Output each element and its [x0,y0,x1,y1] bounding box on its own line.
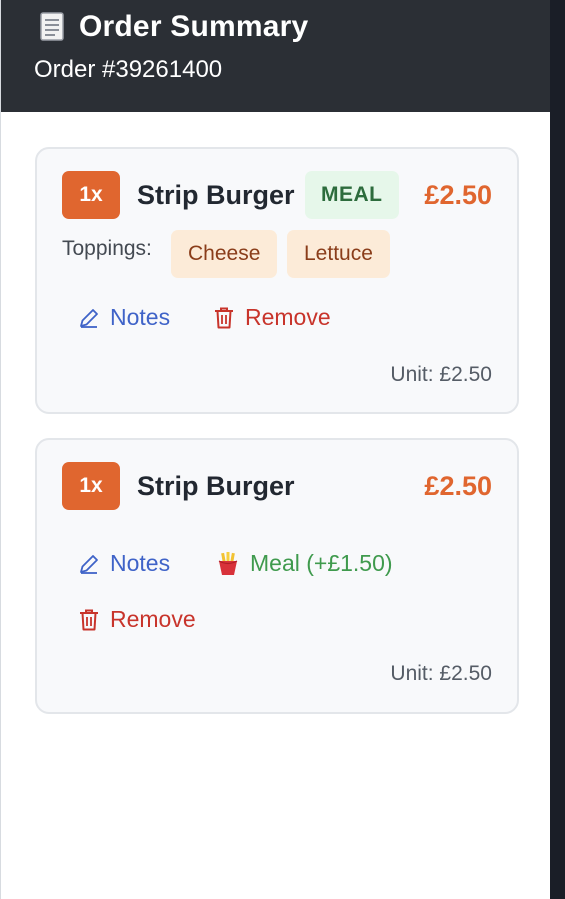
right-edge-strip [550,0,565,899]
meal-label: Meal (+£1.50) [250,550,393,576]
order-item-card: 1x Strip Burger MEAL £2.50 Toppings: Che… [35,147,519,414]
fries-icon [216,551,240,577]
unit-price: Unit: £2.50 [390,662,492,685]
unit-price: Unit: £2.50 [390,363,492,386]
remove-label: Remove [110,606,196,632]
notes-button[interactable]: Notes [78,550,170,577]
meal-badge: MEAL [305,171,399,219]
remove-button[interactable]: Remove [78,606,196,633]
page-title: Order Summary [79,10,309,43]
quantity-badge: 1x [62,171,120,219]
order-summary-panel: Order Summary Order #39261400 1x Strip B… [0,0,551,899]
header-title-row: Order Summary [39,10,308,44]
receipt-icon [39,11,65,43]
notes-label: Notes [110,304,171,330]
order-item-card: 1x Strip Burger £2.50 Notes Meal (+£1.50… [35,438,519,714]
notes-button[interactable]: Notes [78,304,170,331]
notes-label: Notes [110,550,171,576]
remove-button[interactable]: Remove [213,304,331,331]
trash-icon [78,608,100,632]
meal-toggle-button[interactable]: Meal (+£1.50) [216,550,393,577]
quantity-badge: 1x [62,462,120,510]
order-number: Order #39261400 [34,56,223,83]
topping-chip-lettuce: Lettuce [287,230,390,278]
item-name: Strip Burger [137,180,295,210]
remove-label: Remove [245,304,331,330]
item-price: £2.50 [424,180,492,210]
trash-icon [213,306,235,330]
item-price: £2.50 [424,471,492,501]
pencil-icon [78,307,100,329]
topping-chip-cheese: Cheese [171,230,278,278]
order-summary-header: Order Summary Order #39261400 [1,0,551,112]
item-name: Strip Burger [137,471,295,501]
pencil-icon [78,553,100,575]
toppings-label: Toppings: [62,237,152,260]
